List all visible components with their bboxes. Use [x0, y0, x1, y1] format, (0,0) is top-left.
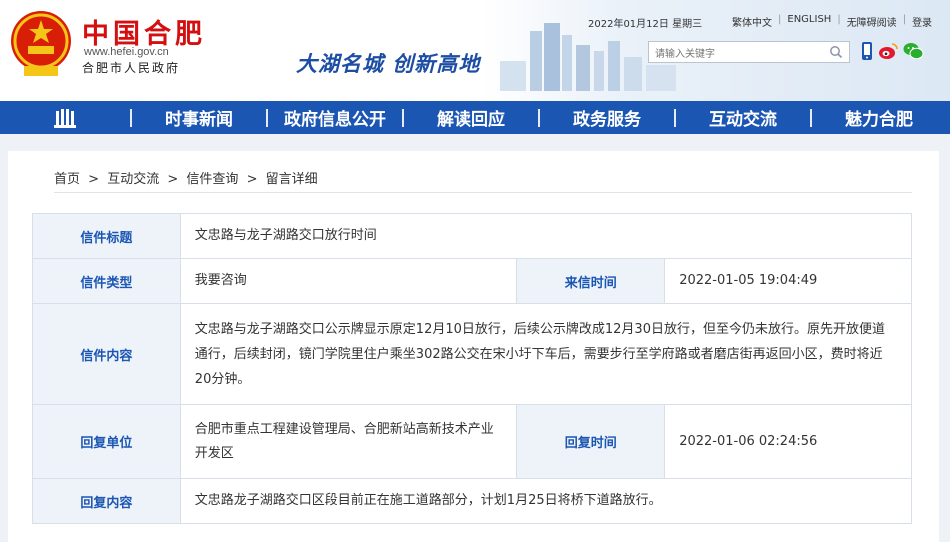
breadcrumb-divider [54, 192, 912, 193]
reply-time-value: 2022-01-06 02:24:56 [664, 404, 912, 479]
table-row: 回复单位 合肥市重点工程建设管理局、合肥新站高新技术产业开发区 回复时间 202… [32, 404, 912, 479]
table-row: 信件内容 文忠路与龙子湖路交口公示牌显示原定12月10日放行，后续公示牌改成12… [32, 303, 913, 405]
search-box [648, 41, 850, 65]
letter-time-label: 来信时间 [516, 258, 666, 304]
reply-content-value: 文忠路龙子湖路交口区段目前正在施工道路部分，计划1月25日将桥下道路放行。 [179, 478, 913, 524]
table-row: 回复内容 文忠路龙子湖路交口区段目前正在施工道路部分，计划1月25日将桥下道路放… [32, 478, 913, 524]
nav-item-interaction[interactable]: 互动交流 [676, 101, 810, 134]
nav-item-interpretation[interactable]: 解读回应 [404, 101, 538, 134]
search-icon[interactable] [829, 45, 843, 59]
letter-type-label: 信件类型 [32, 258, 181, 304]
site-header: 中国合肥 www.hefei.gov.cn 合肥市人民政府 大湖名城 创新高地 … [0, 0, 950, 101]
mobile-icon[interactable] [856, 40, 878, 62]
breadcrumb-separator: > [88, 172, 100, 187]
breadcrumb: 首页 > 互动交流 > 信件查询 > 留言详细 [54, 168, 322, 187]
reply-unit-label: 回复单位 [32, 404, 181, 479]
site-url: www.hefei.gov.cn [84, 46, 169, 58]
nav-item-gov-service[interactable]: 政务服务 [540, 101, 674, 134]
link-english[interactable]: ENGLISH [781, 14, 837, 29]
breadcrumb-separator: > [167, 172, 179, 187]
content-panel: 首页 > 互动交流 > 信件查询 > 留言详细 信件标题 文忠路与龙子湖路交口放… [8, 151, 939, 542]
letter-content-value: 文忠路与龙子湖路交口公示牌显示原定12月10日放行，后续公示牌改成12月30日放… [179, 303, 913, 405]
letter-title-value: 文忠路与龙子湖路交口放行时间 [179, 213, 913, 259]
letter-detail-table: 信件标题 文忠路与龙子湖路交口放行时间 信件类型 我要咨询 来信时间 2022-… [32, 213, 913, 524]
current-date: 2022年01月12日 星期三 [588, 19, 703, 30]
link-accessibility[interactable]: 无障碍阅读 [841, 14, 903, 29]
reply-time-label: 回复时间 [516, 404, 666, 479]
breadcrumb-letter-query[interactable]: 信件查询 [186, 172, 238, 187]
home-building-icon [54, 108, 76, 128]
nav-home-button[interactable] [0, 101, 130, 134]
table-row: 信件标题 文忠路与龙子湖路交口放行时间 [32, 213, 913, 259]
link-traditional-chinese[interactable]: 繁体中文 [726, 14, 778, 29]
reply-unit-value: 合肥市重点工程建设管理局、合肥新站高新技术产业开发区 [179, 404, 518, 479]
letter-title-label: 信件标题 [32, 213, 181, 259]
breadcrumb-current: 留言详细 [265, 172, 318, 187]
nav-item-news[interactable]: 时事新闻 [132, 101, 266, 134]
weibo-icon[interactable] [877, 40, 899, 62]
letter-content-label: 信件内容 [32, 303, 181, 405]
letter-time-value: 2022-01-05 19:04:49 [664, 258, 912, 304]
nav-item-gov-info[interactable]: 政府信息公开 [268, 101, 402, 134]
breadcrumb-separator: > [246, 172, 258, 187]
site-subtitle: 合肥市人民政府 [82, 61, 181, 75]
header-slogan: 大湖名城 创新高地 [296, 52, 481, 76]
top-links: 繁体中文 | ENGLISH | 无障碍阅读 | 登录 [726, 14, 938, 29]
main-nav: 时事新闻 政府信息公开 解读回应 政务服务 互动交流 魅力合肥 [0, 101, 950, 134]
breadcrumb-interaction[interactable]: 互动交流 [107, 172, 159, 187]
link-login[interactable]: 登录 [906, 14, 938, 29]
search-input[interactable] [649, 44, 824, 65]
nav-item-charm-hefei[interactable]: 魅力合肥 [812, 101, 946, 134]
letter-type-value: 我要咨询 [179, 258, 518, 304]
reply-content-label: 回复内容 [32, 478, 181, 524]
table-row: 信件类型 我要咨询 来信时间 2022-01-05 19:04:49 [32, 258, 912, 304]
wechat-icon[interactable] [902, 40, 924, 62]
national-emblem-logo [11, 11, 71, 76]
breadcrumb-home[interactable]: 首页 [54, 172, 80, 187]
